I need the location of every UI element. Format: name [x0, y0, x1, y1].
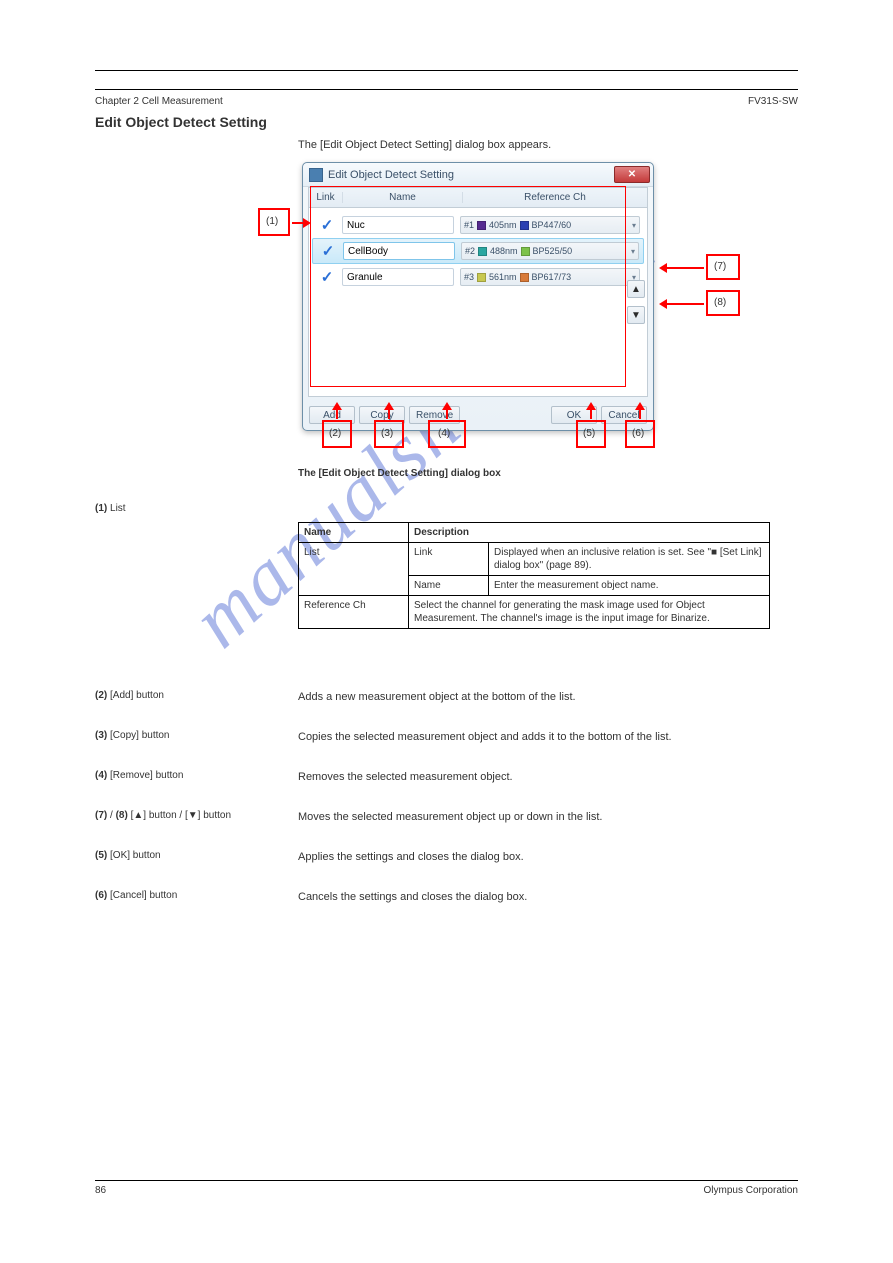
- close-icon: ✕: [628, 169, 636, 180]
- callout-box: (2): [322, 420, 352, 448]
- move-down-button[interactable]: ▼: [627, 306, 645, 324]
- item-heading: (4) [Remove] button: [95, 770, 275, 781]
- chevron-down-icon: ▾: [632, 221, 636, 230]
- figure-caption: The [Edit Object Detect Setting] dialog …: [298, 468, 501, 479]
- reorder-buttons: ▲ ▼: [627, 280, 645, 324]
- item-desc: Copies the selected measurement object a…: [298, 730, 770, 745]
- arrow-icon: [388, 403, 390, 419]
- description-table: Name Description List Link Displayed whe…: [298, 522, 770, 629]
- app-icon: [309, 168, 323, 182]
- header-left: Chapter 2 Cell Measurement: [95, 96, 223, 107]
- triangle-down-icon: ▼: [631, 310, 641, 321]
- arrow-icon: [660, 303, 704, 305]
- item-desc: Applies the settings and closes the dial…: [298, 850, 770, 865]
- callout-box: (3): [374, 420, 404, 448]
- callout-box: (4): [428, 420, 466, 448]
- header-right: FV31S-SW: [748, 96, 798, 107]
- page: Chapter 2 Cell Measurement FV31S-SW manu…: [0, 0, 893, 1263]
- arrow-icon: [292, 222, 310, 224]
- arrow-icon: [660, 267, 704, 269]
- triangle-up-icon: ▲: [631, 284, 641, 295]
- cell: List: [299, 543, 409, 596]
- callout-label: (7): [714, 261, 726, 272]
- callout-label: (3): [381, 428, 393, 439]
- callout-label: (6): [632, 428, 644, 439]
- callout-box: (1): [258, 208, 290, 236]
- section-title: Edit Object Detect Setting: [95, 114, 267, 130]
- item-heading: (5) [OK] button: [95, 850, 275, 861]
- callout-box: (7): [706, 254, 740, 280]
- header: Chapter 2 Cell Measurement FV31S-SW: [95, 96, 798, 107]
- callout-label: (5): [583, 428, 595, 439]
- cell: Reference Ch: [299, 596, 409, 629]
- item-desc: Cancels the settings and closes the dial…: [298, 890, 770, 905]
- intro-text: The [Edit Object Detect Setting] dialog …: [298, 138, 551, 152]
- footer-company: Olympus Corporation: [704, 1185, 798, 1196]
- cell: Name: [409, 576, 489, 596]
- callout-label: (4): [438, 428, 450, 439]
- th-name: Name: [299, 523, 409, 543]
- item-heading: (2) [Add] button: [95, 690, 275, 701]
- move-up-button[interactable]: ▲: [627, 280, 645, 298]
- arrow-icon: [639, 403, 641, 419]
- chevron-down-icon: ▾: [631, 247, 635, 256]
- item-desc: Adds a new measurement object at the bot…: [298, 690, 770, 705]
- header-rule: [95, 70, 798, 90]
- cell: Link: [409, 543, 489, 576]
- cell: Enter the measurement object name.: [489, 576, 770, 596]
- item-heading: (7) / (8) [▲] button / [▼] button: [95, 810, 275, 821]
- th-desc: Description: [409, 523, 770, 543]
- item-desc: Removes the selected measurement object.: [298, 770, 770, 785]
- arrow-icon: [336, 403, 338, 419]
- cell: Displayed when an inclusive relation is …: [489, 543, 770, 576]
- page-number: 86: [95, 1185, 106, 1196]
- item-heading: (6) [Cancel] button: [95, 890, 275, 901]
- item-heading: (1) List: [95, 503, 275, 514]
- callout-label: (1): [266, 216, 278, 227]
- arrow-icon: [446, 403, 448, 419]
- callout-box: (6): [625, 420, 655, 448]
- arrow-icon: [590, 403, 592, 419]
- dialog-title: Edit Object Detect Setting: [328, 169, 614, 181]
- footer: 86 Olympus Corporation: [95, 1180, 798, 1196]
- titlebar: Edit Object Detect Setting ✕: [303, 163, 653, 187]
- callout-box: [310, 186, 626, 387]
- callout-label: (2): [329, 428, 341, 439]
- callout-label: (8): [714, 297, 726, 308]
- callout-box: (8): [706, 290, 740, 316]
- close-button[interactable]: ✕: [614, 166, 650, 183]
- callout-box: (5): [576, 420, 606, 448]
- item-heading: (3) [Copy] button: [95, 730, 275, 741]
- item-desc: Moves the selected measurement object up…: [298, 810, 770, 825]
- cell: Select the channel for generating the ma…: [409, 596, 770, 629]
